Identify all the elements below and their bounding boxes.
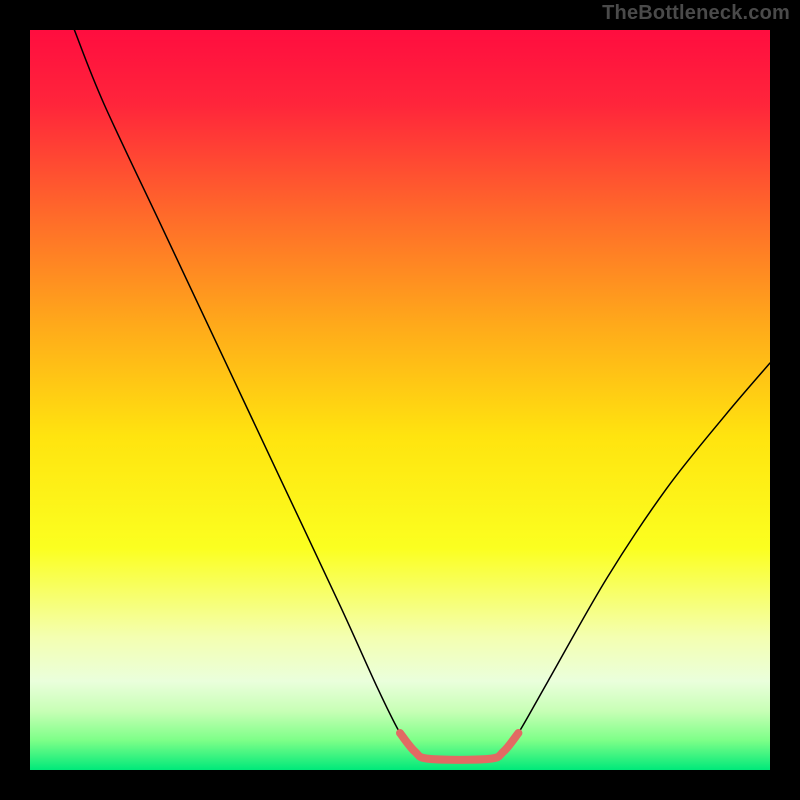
watermark-text: TheBottleneck.com	[602, 2, 790, 25]
chart-svg	[30, 30, 770, 770]
chart-frame: TheBottleneck.com	[0, 0, 800, 800]
gradient-background	[30, 30, 770, 770]
chart-plot	[30, 30, 770, 770]
